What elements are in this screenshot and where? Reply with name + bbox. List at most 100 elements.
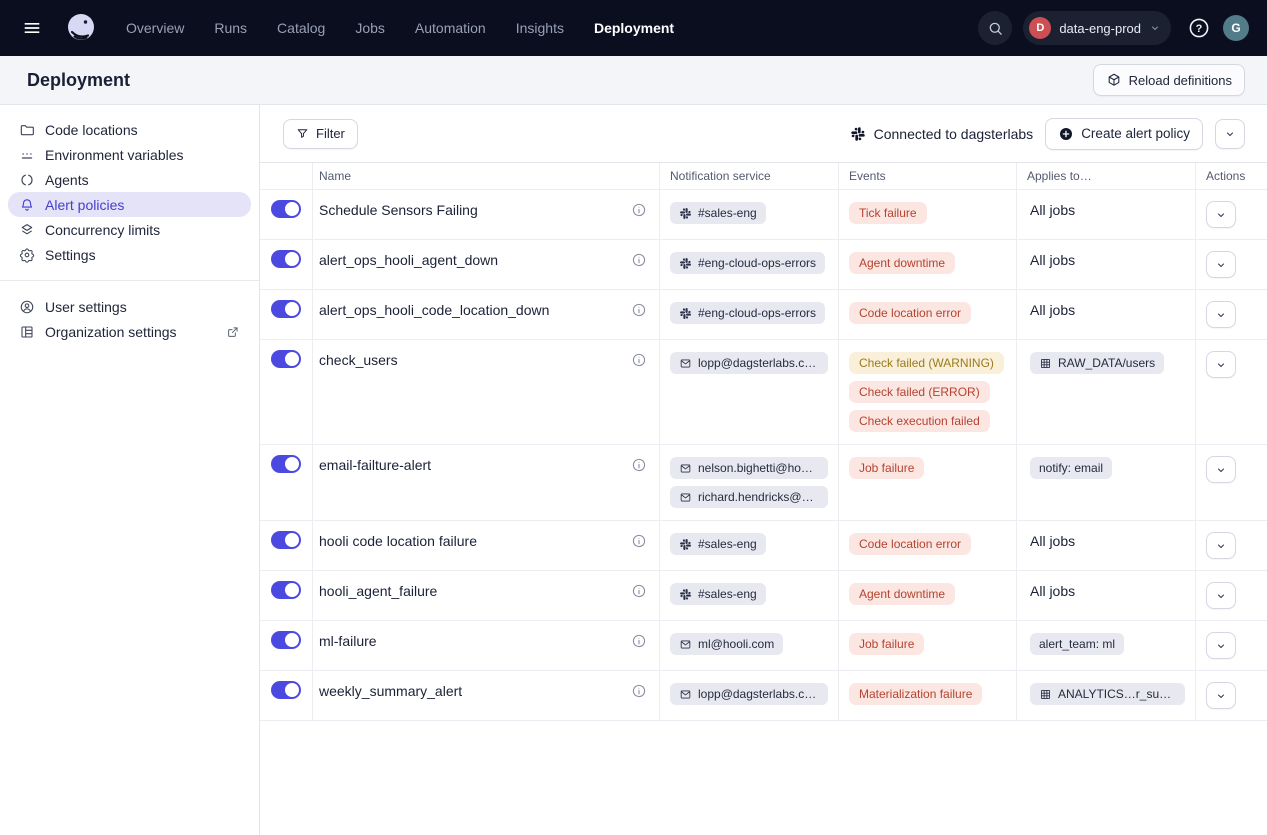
enable-toggle[interactable] [271,250,301,268]
name-cell: alert_ops_hooli_code_location_down [313,290,660,340]
table-header-row: Name Notification service Events Applies… [260,163,1267,190]
nav-item-jobs[interactable]: Jobs [355,20,385,36]
chevron-down-icon [1215,690,1227,702]
event-label: Check execution failed [859,414,980,428]
content: Filter Connected to dagsterlabs Create a… [260,105,1267,835]
policy-name: hooli code location failure [319,533,477,549]
event-label: Agent downtime [859,256,945,270]
filter-button[interactable]: Filter [283,119,358,149]
primary-nav: Overview Runs Catalog Jobs Automation Insight… [126,20,674,36]
reload-definitions-label: Reload definitions [1129,73,1232,88]
applies-to-label: RAW_DATA/users [1058,356,1155,370]
create-alert-policy-button[interactable]: Create alert policy [1045,118,1203,150]
user-avatar[interactable]: G [1223,15,1249,41]
applies-to-pill: alert_team: ml [1030,633,1124,655]
sidebar-item-alert-policies[interactable]: Alert policies [8,192,251,217]
table-row: email-failture-alertnelson.bighetti@hool… [260,445,1267,521]
enable-toggle[interactable] [271,200,301,218]
external-link-icon [226,325,240,339]
toolbar-right: Connected to dagsterlabs Create alert po… [850,118,1245,150]
row-actions-button[interactable] [1206,682,1236,709]
row-actions-button[interactable] [1206,201,1236,228]
info-icon[interactable] [631,302,647,318]
chevron-down-icon [1215,464,1227,476]
org-switcher[interactable]: D data-eng-prod [1023,11,1171,45]
chevron-down-icon [1215,309,1227,321]
reload-definitions-button[interactable]: Reload definitions [1093,64,1245,96]
events-cell: Code location error [839,290,1017,340]
row-actions-button[interactable] [1206,301,1236,328]
row-actions-button[interactable] [1206,351,1236,378]
row-actions-button[interactable] [1206,532,1236,559]
enable-toggle[interactable] [271,350,301,368]
enable-toggle[interactable] [271,300,301,318]
sidebar-item-label: Organization settings [45,324,177,340]
event-label: Code location error [859,537,961,551]
sidebar-item-organization-settings[interactable]: Organization settings [8,319,251,344]
page-header: Deployment Reload definitions [0,56,1267,105]
slack-icon [679,257,692,270]
header-name: Name [313,163,660,190]
nav-item-automation[interactable]: Automation [415,20,486,36]
table-icon [1039,688,1052,701]
help-button[interactable]: ? [1185,15,1212,42]
applies-to-label: ANALYTICS…r_summary [1058,687,1176,701]
search-button[interactable] [978,11,1012,45]
plus-circle-icon [1058,126,1074,142]
applies-to-text: All jobs [1030,202,1075,218]
create-alert-policy-label: Create alert policy [1081,126,1190,141]
event-pill: Tick failure [849,202,927,224]
applies-to-text: All jobs [1030,533,1075,549]
event-pill: Code location error [849,302,971,324]
info-icon[interactable] [631,633,647,649]
info-icon[interactable] [631,202,647,218]
actions-cell [1196,521,1267,571]
enable-toggle[interactable] [271,631,301,649]
row-actions-button[interactable] [1206,251,1236,278]
sidebar-item-user-settings[interactable]: User settings [8,294,251,319]
enable-toggle[interactable] [271,581,301,599]
more-options-button[interactable] [1215,119,1245,149]
actions-cell [1196,445,1267,521]
sidebar-item-settings[interactable]: Settings [8,242,251,267]
agents-icon [19,172,35,188]
nav-item-catalog[interactable]: Catalog [277,20,325,36]
name-cell: check_users [313,340,660,445]
info-icon[interactable] [631,583,647,599]
nav-item-overview[interactable]: Overview [126,20,184,36]
toggle-cell [260,571,313,621]
sidebar-item-environment-variables[interactable]: Environment variables [8,142,251,167]
search-icon [987,20,1004,37]
email-icon [679,357,692,370]
info-icon[interactable] [631,533,647,549]
menu-icon[interactable] [14,10,50,46]
info-icon[interactable] [631,252,647,268]
info-icon[interactable] [631,352,647,368]
notification-cell: lopp@dagsterlabs.com [660,340,839,445]
info-icon[interactable] [631,457,647,473]
event-label: Code location error [859,306,961,320]
event-pill: Check failed (ERROR) [849,381,990,403]
enable-toggle[interactable] [271,531,301,549]
notification-pill: #eng-cloud-ops-errors [670,302,825,324]
row-actions-button[interactable] [1206,456,1236,483]
policy-name: check_users [319,352,398,368]
enable-toggle[interactable] [271,455,301,473]
nav-item-runs[interactable]: Runs [214,20,247,36]
page-title: Deployment [27,70,130,91]
enable-toggle[interactable] [271,681,301,699]
info-icon[interactable] [631,683,647,699]
dagster-logo-icon[interactable] [64,11,98,45]
sidebar-item-agents[interactable]: Agents [8,167,251,192]
events-cell: Materialization failure [839,671,1017,721]
table-row: alert_ops_hooli_agent_down#eng-cloud-ops… [260,240,1267,290]
row-actions-button[interactable] [1206,632,1236,659]
sidebar-item-concurrency-limits[interactable]: Concurrency limits [8,217,251,242]
row-actions-button[interactable] [1206,582,1236,609]
applies-to-cell: All jobs [1017,240,1196,290]
nav-item-insights[interactable]: Insights [516,20,564,36]
sidebar-item-code-locations[interactable]: Code locations [8,117,251,142]
nav-item-deployment[interactable]: Deployment [594,20,674,36]
sidebar-item-label: Alert policies [45,197,124,213]
event-label: Agent downtime [859,587,945,601]
